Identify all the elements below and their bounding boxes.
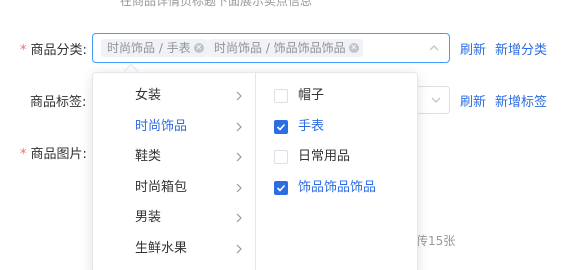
checkbox-checked[interactable] xyxy=(274,180,288,195)
tag-close-icon[interactable]: ✕ xyxy=(348,43,359,53)
category-cascader-input[interactable]: 时尚饰品 / 手表 ✕ 时尚饰品 / 饰品饰品饰品 ✕ xyxy=(92,33,450,63)
category-label: * 商品分类: xyxy=(20,39,87,58)
category-label-text: 商品分类: xyxy=(30,43,87,58)
cascader-option[interactable]: 时尚箱包 xyxy=(93,173,255,204)
option-label: 时尚箱包 xyxy=(135,179,188,195)
tag-close-icon[interactable]: ✕ xyxy=(193,43,204,53)
cascader-leaf-option[interactable]: 帽子 xyxy=(256,81,417,112)
upload-limit-note: 传15张 xyxy=(416,234,456,248)
cascader-leaf-option[interactable]: 日常用品 xyxy=(256,142,417,173)
cascader-option[interactable]: 女装 xyxy=(93,81,255,112)
option-label: 生鲜水果 xyxy=(135,240,188,256)
tag-field-label: 商品标签: xyxy=(30,95,87,110)
cascader-option[interactable]: 男装 xyxy=(93,203,255,234)
add-category-link[interactable]: 新增分类 xyxy=(495,39,547,58)
selected-tag: 时尚饰品 / 饰品饰品饰品 ✕ xyxy=(208,39,363,57)
checkbox[interactable] xyxy=(274,89,288,103)
checkbox[interactable] xyxy=(274,150,288,164)
check-icon xyxy=(276,123,286,131)
chevron-right-icon xyxy=(236,244,242,253)
chevron-right-icon xyxy=(236,122,242,131)
option-label: 时尚饰品 xyxy=(135,118,188,134)
chevron-up-icon[interactable] xyxy=(429,43,439,53)
option-label: 男装 xyxy=(135,210,162,225)
checkbox-checked[interactable] xyxy=(274,119,288,134)
required-mark: * xyxy=(20,147,27,162)
selling-point-hint: 在商品详情页标题下面展示卖点信息 xyxy=(120,0,313,8)
option-label: 女装 xyxy=(135,88,162,103)
refresh-category-link[interactable]: 刷新 xyxy=(460,39,486,58)
cascader-leaf-option-checked[interactable]: 手表 xyxy=(256,112,417,143)
selected-tag-label: 时尚饰品 / 手表 xyxy=(107,41,191,55)
option-label: 鞋类 xyxy=(135,149,162,164)
cascader-option-active[interactable]: 时尚饰品 xyxy=(93,112,255,143)
cascader-leaf-option-checked[interactable]: 饰品饰品饰品 xyxy=(256,173,417,204)
cascader-dropdown: 女装 时尚饰品 鞋类 时尚箱包 男装 生鲜水果 帽子 手表 日常用品 饰品饰品饰… xyxy=(92,72,418,270)
option-label: 饰品饰品饰品 xyxy=(298,179,377,195)
check-icon xyxy=(276,184,286,192)
option-label: 帽子 xyxy=(298,88,325,103)
chevron-right-icon xyxy=(236,91,242,101)
chevron-down-icon[interactable] xyxy=(431,95,441,105)
refresh-tag-link[interactable]: 刷新 xyxy=(460,91,486,110)
chevron-right-icon xyxy=(236,152,242,162)
cascader-menu-level1: 女装 时尚饰品 鞋类 时尚箱包 男装 生鲜水果 xyxy=(93,81,255,264)
chevron-right-icon xyxy=(236,183,242,192)
cascader-menu-level2: 帽子 手表 日常用品 饰品饰品饰品 xyxy=(256,81,417,204)
image-label: * 商品图片: xyxy=(20,143,87,162)
cascader-option[interactable]: 生鲜水果 xyxy=(93,234,255,265)
add-tag-link[interactable]: 新增标签 xyxy=(495,91,547,110)
option-label: 日常用品 xyxy=(298,149,351,164)
image-label-text: 商品图片: xyxy=(30,147,87,162)
cascader-option[interactable]: 鞋类 xyxy=(93,142,255,173)
option-label: 手表 xyxy=(298,118,325,134)
tag-select[interactable] xyxy=(416,86,450,114)
required-mark: * xyxy=(20,43,27,58)
selected-tag-label: 时尚饰品 / 饰品饰品饰品 xyxy=(214,41,346,55)
selected-tag: 时尚饰品 / 手表 ✕ xyxy=(101,39,208,57)
chevron-right-icon xyxy=(236,213,242,223)
